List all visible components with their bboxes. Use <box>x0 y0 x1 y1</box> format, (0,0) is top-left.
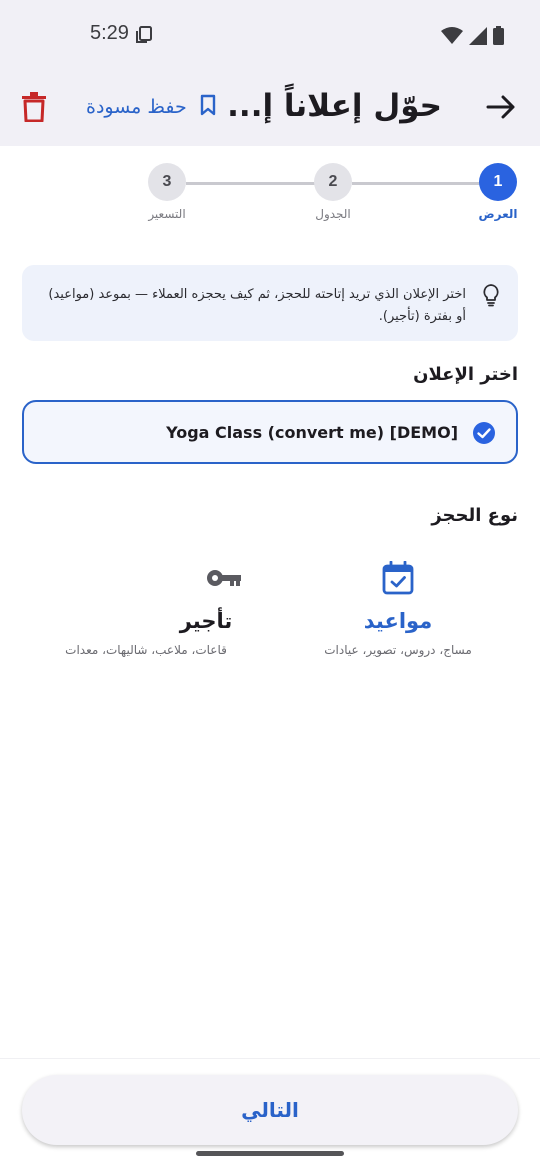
check-circle-icon <box>472 421 496 449</box>
status-time: 5:29 <box>90 22 129 44</box>
next-button-label: التالي <box>241 1098 299 1122</box>
bottom-bar: التالي <box>0 1058 540 1170</box>
hint-text: اختر الإعلان الذي تريد إتاحته للحجز، ثم … <box>48 287 466 324</box>
listing-name: Yoga Class (convert me) [DEMO] <box>166 423 458 442</box>
listing-option[interactable]: Yoga Class (convert me) [DEMO] <box>22 400 518 464</box>
bookmark-icon <box>199 94 217 120</box>
rental-description: قاعات، ملاعب، شاليهات، معدات <box>65 643 227 657</box>
back-arrow-icon[interactable] <box>484 90 518 124</box>
home-indicator[interactable] <box>196 1151 344 1156</box>
booking-type-section-title: نوع الحجز <box>431 505 518 526</box>
step-1-circle[interactable]: 1 <box>479 163 517 201</box>
trash-icon[interactable] <box>20 92 48 123</box>
key-icon <box>206 567 242 593</box>
step-connector <box>352 182 480 185</box>
status-bar: 5:29 <box>0 0 540 72</box>
save-draft-button[interactable]: حفظ مسودة <box>86 94 217 120</box>
save-draft-label: حفظ مسودة <box>86 96 187 118</box>
step-connector <box>186 182 316 185</box>
appointments-title: مواعيد <box>363 609 433 633</box>
next-button[interactable]: التالي <box>22 1075 518 1145</box>
booking-type-rental[interactable]: تأجير قاعات، ملاعب، شاليهات، معدات <box>26 555 266 675</box>
listing-section-title: اختر الإعلان <box>413 364 518 385</box>
step-2-circle[interactable]: 2 <box>314 163 352 201</box>
battery-icon <box>493 26 504 49</box>
step-2-label: الجدول <box>315 207 351 221</box>
app-bar: حوّل إعلاناً إ... حفظ مسودة <box>0 72 540 146</box>
signal-icon <box>469 26 487 49</box>
stepper: 1 العرض 2 الجدول 3 التسعير <box>0 160 540 230</box>
calendar-check-icon <box>382 560 414 599</box>
copy-notification-icon <box>135 26 153 48</box>
wifi-icon <box>441 26 463 49</box>
appointments-description: مساج، دروس، تصوير، عيادات <box>324 643 472 657</box>
booking-type-appointments[interactable]: مواعيد مساج، دروس، تصوير، عيادات <box>278 555 518 675</box>
step-3-circle[interactable]: 3 <box>148 163 186 201</box>
status-icons <box>441 26 504 49</box>
step-3-label: التسعير <box>148 207 186 221</box>
hint-card: اختر الإعلان الذي تريد إتاحته للحجز، ثم … <box>22 265 518 341</box>
lightbulb-icon <box>482 283 500 311</box>
page-title: حوّل إعلاناً إ... <box>227 88 442 124</box>
rental-title: تأجير <box>179 609 233 633</box>
step-1-label: العرض <box>478 207 518 221</box>
